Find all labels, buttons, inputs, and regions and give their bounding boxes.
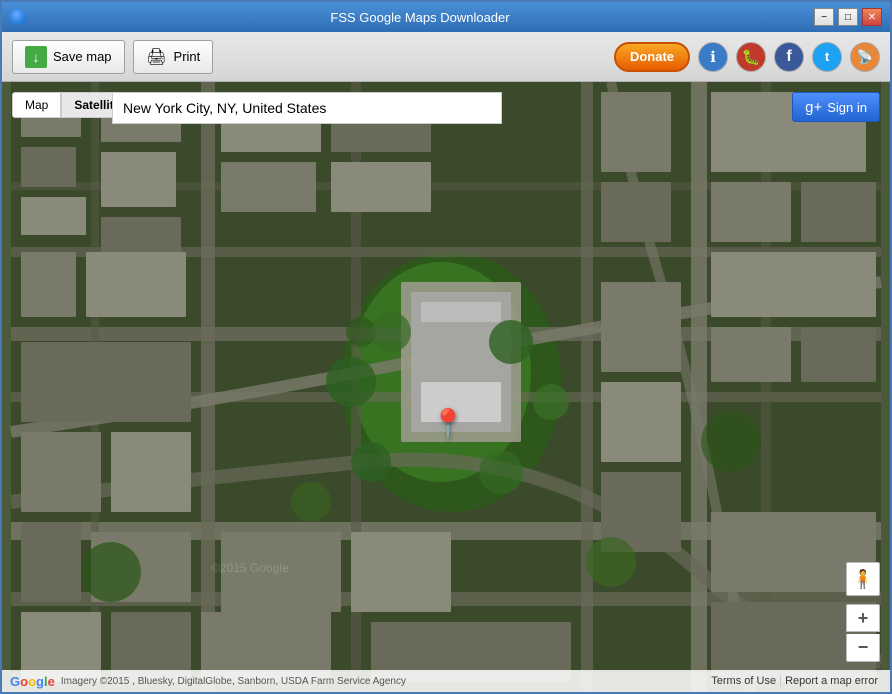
- print-button[interactable]: Print: [133, 40, 214, 74]
- facebook-button[interactable]: f: [774, 42, 804, 72]
- footer-right: Terms of Use Report a map error: [707, 675, 882, 687]
- save-map-icon: [25, 46, 47, 68]
- sign-in-label: Sign in: [827, 100, 867, 115]
- minimize-button[interactable]: −: [814, 8, 834, 26]
- footer-left: Google Imagery ©2015 , Bluesky, DigitalG…: [10, 674, 406, 689]
- print-label: Print: [174, 49, 201, 64]
- imagery-attribution: Imagery ©2015 , Bluesky, DigitalGlobe, S…: [61, 676, 406, 687]
- bug-icon: 🐛: [742, 48, 761, 66]
- sign-in-button[interactable]: g+ Sign in: [792, 92, 880, 122]
- report-error-link[interactable]: Report a map error: [781, 675, 882, 687]
- print-icon: [146, 46, 168, 68]
- map-svg: ©2015 Google: [2, 82, 890, 692]
- zoom-controls: 🧍 + −: [846, 562, 880, 662]
- window-controls: − □ ✕: [814, 8, 882, 26]
- map-pin: 📍: [431, 407, 466, 440]
- rss-icon: 📡: [857, 49, 873, 65]
- close-button[interactable]: ✕: [862, 8, 882, 26]
- zoom-in-button[interactable]: +: [846, 604, 880, 632]
- terms-of-use-link[interactable]: Terms of Use: [707, 675, 781, 687]
- save-map-label: Save map: [53, 49, 112, 64]
- search-input[interactable]: [112, 92, 502, 124]
- info-button[interactable]: ℹ: [698, 42, 728, 72]
- window-frame: FSS Google Maps Downloader − □ ✕ Save ma…: [0, 0, 892, 694]
- bug-button[interactable]: 🐛: [736, 42, 766, 72]
- pegman-button[interactable]: 🧍: [846, 562, 880, 596]
- facebook-icon: f: [786, 48, 791, 66]
- save-map-button[interactable]: Save map: [12, 40, 125, 74]
- title-bar: FSS Google Maps Downloader − □ ✕: [2, 2, 890, 32]
- donate-button[interactable]: Donate: [614, 42, 690, 72]
- maximize-button[interactable]: □: [838, 8, 858, 26]
- twitter-button[interactable]: t: [812, 42, 842, 72]
- zoom-out-button[interactable]: −: [846, 634, 880, 662]
- window-title: FSS Google Maps Downloader: [26, 10, 814, 25]
- toolbar: Save map Print Donate ℹ 🐛 f t 📡: [2, 32, 890, 82]
- app-icon: [10, 9, 26, 25]
- pegman-icon: 🧍: [852, 569, 874, 590]
- info-icon: ℹ: [710, 48, 716, 66]
- map-container[interactable]: ©2015 Google 📍 Map Satellite g+ Sign in: [2, 82, 890, 692]
- rss-button[interactable]: 📡: [850, 42, 880, 72]
- map-background: ©2015 Google 📍 Map Satellite g+ Sign in: [2, 82, 890, 692]
- map-type-map-button[interactable]: Map: [12, 92, 61, 118]
- google-icon: g+: [805, 99, 822, 116]
- map-footer: Google Imagery ©2015 , Bluesky, DigitalG…: [2, 670, 890, 692]
- search-box-container: [112, 92, 502, 124]
- twitter-icon: t: [825, 49, 829, 64]
- svg-text:©2015 Google: ©2015 Google: [211, 561, 289, 575]
- google-logo: Google: [10, 674, 55, 689]
